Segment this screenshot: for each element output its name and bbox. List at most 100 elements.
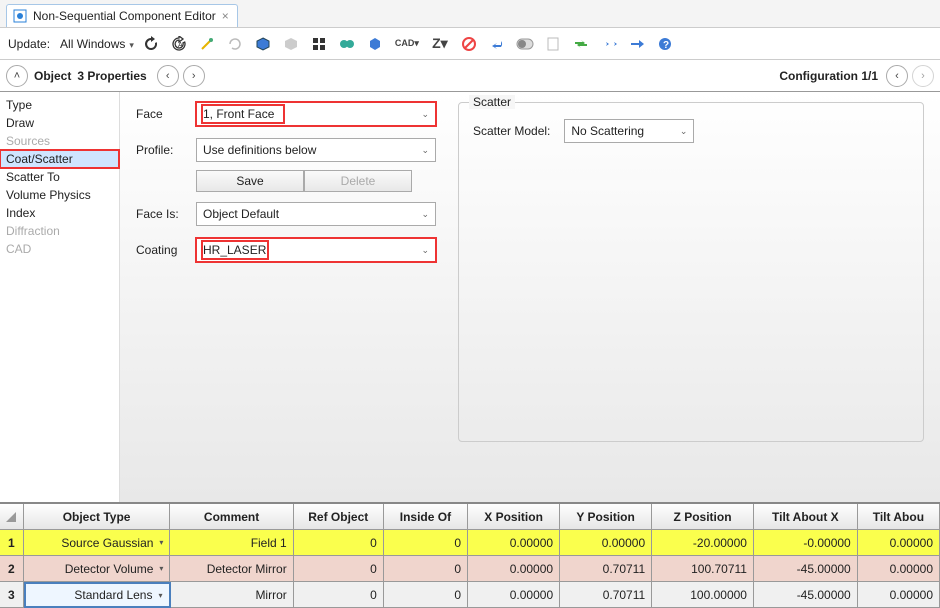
tab-title: Non-Sequential Component Editor [33, 9, 216, 23]
collapse-button[interactable]: ˄ [6, 65, 28, 87]
property-bar: ˄ Object 3 Properties ‹ › Configuration … [0, 60, 940, 92]
chevron-down-icon: ▾ [159, 564, 163, 573]
table-cell[interactable]: -45.00000 [754, 582, 858, 608]
cube-icon[interactable] [252, 33, 274, 55]
rotate-icon[interactable] [224, 33, 246, 55]
sidebar-item-type[interactable]: Type [0, 96, 119, 114]
prev-config-button[interactable]: ‹ [886, 65, 908, 87]
z-menu[interactable]: Z▾ [428, 33, 452, 55]
table-cell[interactable]: Standard Lens▾ [24, 582, 171, 608]
profile-select[interactable]: Use definitions below ⌄ [196, 138, 436, 162]
scatter-model-select[interactable]: No Scattering ⌄ [564, 119, 694, 143]
grid-icon[interactable] [308, 33, 330, 55]
table-cell[interactable]: 0.00000 [468, 530, 560, 556]
table-cell[interactable]: 0.00000 [858, 582, 940, 608]
face-select[interactable]: 1, Front Face ⌄ [196, 102, 436, 126]
stop-icon[interactable] [458, 33, 480, 55]
save-button[interactable]: Save [196, 170, 304, 192]
table-cell[interactable]: 0 [294, 556, 384, 582]
row-index[interactable]: 1 [0, 530, 24, 556]
sidebar-item-sources[interactable]: Sources [0, 132, 119, 150]
table-cell[interactable]: Source Gaussian▾ [24, 530, 171, 556]
face-label: Face [136, 107, 196, 121]
sidebar-item-scatter-to[interactable]: Scatter To [0, 168, 119, 186]
row-index[interactable]: 3 [0, 582, 24, 608]
swap-icon[interactable] [570, 33, 592, 55]
page-icon[interactable] [542, 33, 564, 55]
table-row: 2Detector Volume▾Detector Mirror000.0000… [0, 556, 940, 582]
table-cell[interactable]: Detector Volume▾ [24, 556, 171, 582]
table-cell[interactable]: 0.00000 [858, 556, 940, 582]
toggle-icon[interactable] [514, 33, 536, 55]
row-index[interactable]: 2 [0, 556, 24, 582]
sidebar-item-draw[interactable]: Draw [0, 114, 119, 132]
arrow-back-icon[interactable] [486, 33, 508, 55]
editor-icon [13, 9, 27, 23]
next-object-button[interactable]: › [183, 65, 205, 87]
table-cell[interactable]: -20.00000 [652, 530, 754, 556]
table-cell[interactable]: 0 [294, 530, 384, 556]
sidebar-item-coat-scatter[interactable]: Coat/Scatter [0, 150, 119, 168]
table-cell[interactable]: 0 [384, 556, 468, 582]
table-cell[interactable]: 0.70711 [560, 582, 652, 608]
prev-object-button[interactable]: ‹ [157, 65, 179, 87]
table-cell[interactable]: Detector Mirror [170, 556, 293, 582]
table-cell[interactable]: -45.00000 [754, 556, 858, 582]
table-cell[interactable]: 0.70711 [560, 556, 652, 582]
double-arrow-icon[interactable] [598, 33, 620, 55]
scatter-legend: Scatter [469, 95, 515, 109]
table-cell[interactable]: 100.70711 [652, 556, 754, 582]
table-cell[interactable]: 0 [384, 582, 468, 608]
table-cell[interactable]: 0 [384, 530, 468, 556]
config-label: Configuration 1/1 [779, 69, 878, 83]
object-detail: 3 Properties [77, 69, 146, 83]
column-header[interactable]: X Position [468, 504, 560, 530]
table-cell[interactable]: -0.00000 [754, 530, 858, 556]
chevron-down-icon: ▾ [158, 591, 162, 600]
chevron-down-icon: ⌄ [680, 126, 688, 137]
table-cell[interactable]: 0.00000 [468, 582, 560, 608]
faceis-select[interactable]: Object Default ⌄ [196, 202, 436, 226]
scatter-model-label: Scatter Model: [473, 124, 550, 138]
table-cell[interactable]: 0.00000 [560, 530, 652, 556]
sidebar-item-index[interactable]: Index [0, 204, 119, 222]
table-row: 3Standard Lens▾Mirror000.000000.70711100… [0, 582, 940, 608]
faceis-label: Face Is: [136, 207, 196, 221]
sidebar-item-diffraction[interactable]: Diffraction [0, 222, 119, 240]
column-header[interactable]: Tilt About X [754, 504, 858, 530]
sidebar-item-volume-physics[interactable]: Volume Physics [0, 186, 119, 204]
table-cell[interactable]: 0.00000 [858, 530, 940, 556]
column-header[interactable]: Y Position [560, 504, 652, 530]
column-header[interactable]: Z Position [652, 504, 754, 530]
table-cell[interactable]: 0 [294, 582, 384, 608]
column-header[interactable]: Object Type [24, 504, 171, 530]
chevron-down-icon: ⌄ [421, 145, 429, 156]
refresh-icon[interactable] [140, 33, 162, 55]
column-header[interactable]: Ref Object [294, 504, 384, 530]
column-header[interactable]: Tilt Abou [858, 504, 940, 530]
delete-button[interactable]: Delete [304, 170, 412, 192]
update-dropdown[interactable]: All Windows [60, 37, 134, 51]
arrow-right-icon[interactable] [626, 33, 648, 55]
corner-cell[interactable] [0, 504, 24, 530]
table-cell[interactable]: Field 1 [170, 530, 293, 556]
column-header[interactable]: Comment [170, 504, 293, 530]
chevron-down-icon: ▾ [159, 538, 163, 547]
next-config-button[interactable]: › [912, 65, 934, 87]
hex-icon[interactable] [364, 33, 386, 55]
overlap-icon[interactable] [336, 33, 358, 55]
profile-label: Profile: [136, 143, 196, 157]
cad-menu[interactable]: CAD▾ [392, 33, 422, 55]
close-icon[interactable]: × [222, 9, 229, 23]
help-icon[interactable]: ? [654, 33, 676, 55]
wand-icon[interactable] [196, 33, 218, 55]
tab-nsc-editor[interactable]: Non-Sequential Component Editor × [6, 4, 238, 27]
cube-dim-icon[interactable] [280, 33, 302, 55]
auto-refresh-icon[interactable]: A [168, 33, 190, 55]
sidebar-item-cad[interactable]: CAD [0, 240, 119, 258]
column-header[interactable]: Inside Of [384, 504, 468, 530]
table-cell[interactable]: Mirror [171, 582, 294, 608]
coating-select[interactable]: HR_LASER ⌄ [196, 238, 436, 262]
table-cell[interactable]: 100.00000 [652, 582, 754, 608]
table-cell[interactable]: 0.00000 [468, 556, 560, 582]
